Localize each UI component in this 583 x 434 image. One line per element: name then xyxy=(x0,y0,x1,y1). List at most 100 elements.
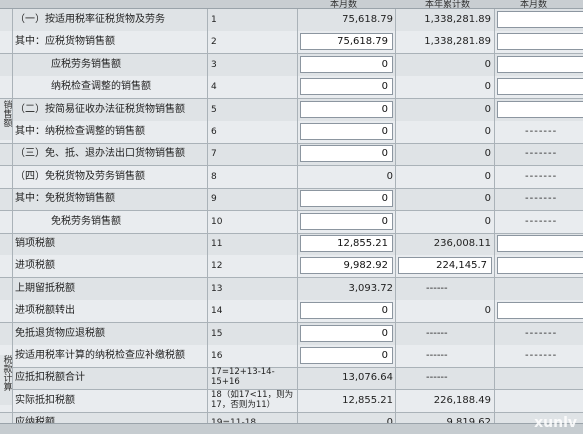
table-row: 上期留抵税额 13 3,093.72 ------ xyxy=(0,278,583,301)
line-number: 14 xyxy=(207,300,297,322)
extra-input[interactable] xyxy=(497,11,583,28)
year-value: ------ xyxy=(395,345,494,367)
year-value: 0 xyxy=(395,99,494,121)
extra-cell: ------- xyxy=(494,143,583,165)
extra-cell: ------- xyxy=(494,121,583,143)
table-row: 其中：免税货物销售额 9 0 0 ------- xyxy=(0,188,583,211)
extra-input[interactable] xyxy=(497,302,583,319)
extra-cell: ------- xyxy=(494,166,583,188)
year-value: 0 xyxy=(395,76,494,98)
year-input[interactable]: 224,145.7 xyxy=(398,257,492,274)
extra-dash: ------- xyxy=(525,126,558,137)
extra-cell: ------- xyxy=(494,211,583,233)
watermark: xunlv xyxy=(534,415,577,431)
line-number: 4 xyxy=(207,76,297,98)
year-value: 1,338,281.89 xyxy=(395,31,494,53)
table-row: 应税劳务销售额 3 0 0 xyxy=(0,54,583,77)
month-input[interactable]: 0 xyxy=(300,78,393,95)
line-number: 18（如17<11，则为17，否则为11） xyxy=(207,390,297,412)
month-input[interactable]: 0 xyxy=(300,190,393,207)
extra-input[interactable] xyxy=(497,78,583,95)
month-value: 3,093.72 xyxy=(297,278,395,300)
month-input[interactable]: 0 xyxy=(300,347,393,364)
table-row: 进项税额 12 9,982.92 224,145.7 xyxy=(0,255,583,278)
table-row: 其中：应税货物销售额 2 75,618.79 1,338,281.89 xyxy=(0,31,583,54)
table-row: 纳税检查调整的销售额 4 0 0 xyxy=(0,76,583,99)
item-label: 按适用税率计算的纳税检查应补缴税额 xyxy=(12,345,207,367)
extra-input[interactable] xyxy=(497,56,583,73)
extra-dash: ------- xyxy=(525,171,558,182)
month-cell: 0 xyxy=(297,211,395,233)
row-side xyxy=(0,255,12,277)
month-input[interactable]: 0 xyxy=(300,302,393,319)
month-cell: 0 xyxy=(297,121,395,143)
table-row: 销项税额 11 12,855.21 236,008.11 xyxy=(0,233,583,256)
line-number: 15 xyxy=(207,323,297,345)
extra-input[interactable] xyxy=(497,33,583,50)
line-number: 16 xyxy=(207,345,297,367)
extra-input[interactable] xyxy=(497,235,583,252)
table-row: （二）按简易征收办法征税货物销售额 5 0 0 xyxy=(0,99,583,122)
table-row: 其中：纳税检查调整的销售额 6 0 0 ------- xyxy=(0,121,583,144)
item-label: 销项税额 xyxy=(12,233,207,255)
line-number: 3 xyxy=(207,54,297,76)
item-label: 免税劳务销售额 xyxy=(12,211,207,233)
row-side xyxy=(0,31,12,53)
extra-input[interactable] xyxy=(497,101,583,118)
month-cell: 0 xyxy=(297,54,395,76)
item-label: 应税劳务销售额 xyxy=(12,54,207,76)
extra-cell xyxy=(494,300,583,322)
item-label: 纳税检查调整的销售额 xyxy=(12,76,207,98)
month-cell: 12,855.21 xyxy=(297,233,395,255)
month-cell: 0 xyxy=(297,143,395,165)
side-label-tax: 税款计算 xyxy=(0,355,12,405)
table-row: 进项税额转出 14 0 0 xyxy=(0,300,583,323)
year-value: ------ xyxy=(395,323,494,345)
month-cell: 0 xyxy=(297,323,395,345)
vat-return-form: 本月数 本年累计数 本月数 （一）按适用税率征税货物及劳务 1 75,618.79 1… xyxy=(0,0,583,434)
month-input[interactable]: 0 xyxy=(300,325,393,342)
extra-dash: ------- xyxy=(525,328,558,339)
item-label: 上期留抵税额 xyxy=(12,278,207,300)
year-value: 0 xyxy=(395,121,494,143)
year-value: 236,008.11 xyxy=(395,233,494,255)
month-cell: 75,618.79 xyxy=(297,31,395,53)
year-value: 0 xyxy=(395,166,494,188)
table-row: 应抵扣税额合计 17=12+13-14-15+16 13,076.64 ------ xyxy=(0,367,583,390)
extra-input[interactable] xyxy=(497,257,583,274)
item-label: （三）免、抵、退办法出口货物销售额 xyxy=(12,143,207,165)
month-input[interactable]: 0 xyxy=(300,145,393,162)
extra-cell xyxy=(494,99,583,121)
month-input[interactable]: 0 xyxy=(300,213,393,230)
extra-cell xyxy=(494,367,583,389)
extra-cell xyxy=(494,31,583,53)
month-input[interactable]: 0 xyxy=(300,101,393,118)
line-number: 12 xyxy=(207,255,297,277)
month-input[interactable]: 0 xyxy=(300,123,393,140)
row-side xyxy=(0,300,12,322)
row-side xyxy=(0,233,12,255)
line-number: 6 xyxy=(207,121,297,143)
row-side xyxy=(0,166,12,188)
month-input[interactable]: 75,618.79 xyxy=(300,33,393,50)
table-row: （一）按适用税率征税货物及劳务 1 75,618.79 1,338,281.89 xyxy=(0,9,583,32)
extra-cell xyxy=(494,390,583,412)
item-label: （四）免税货物及劳务销售额 xyxy=(12,166,207,188)
item-label: （一）按适用税率征税货物及劳务 xyxy=(12,9,207,31)
row-side xyxy=(0,143,12,165)
month-input[interactable]: 9,982.92 xyxy=(300,257,393,274)
extra-cell xyxy=(494,54,583,76)
month-cell: 0 xyxy=(297,188,395,210)
month-cell: 0 xyxy=(297,300,395,322)
row-side xyxy=(0,9,12,31)
row-side xyxy=(0,188,12,210)
line-number: 17=12+13-14-15+16 xyxy=(207,367,297,389)
month-input[interactable]: 12,855.21 xyxy=(300,235,393,252)
side-label-sales: 销售额 xyxy=(0,100,12,140)
row-side xyxy=(0,76,12,98)
year-value: 0 xyxy=(395,211,494,233)
line-number: 9 xyxy=(207,188,297,210)
month-input[interactable]: 0 xyxy=(300,56,393,73)
extra-dash: ------- xyxy=(525,216,558,227)
extra-cell xyxy=(494,255,583,277)
